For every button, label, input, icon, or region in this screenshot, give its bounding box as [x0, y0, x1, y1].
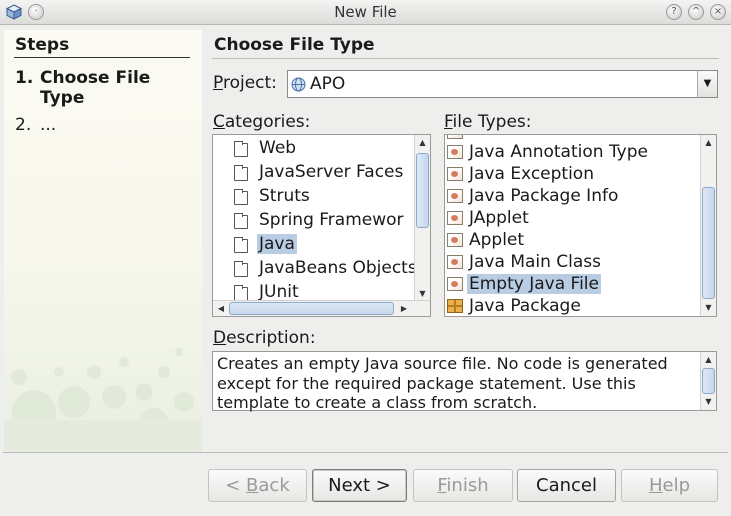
folder-icon — [234, 237, 248, 253]
scroll-right-icon[interactable]: ▶ — [397, 301, 411, 316]
scroll-up-icon[interactable]: ▲ — [701, 353, 716, 367]
category-row-label: JUnit — [259, 282, 299, 302]
folder-icon — [234, 189, 248, 205]
description-vscrollbar[interactable]: ▲ ▼ — [700, 352, 716, 410]
project-combo[interactable]: APO ▼ — [287, 70, 718, 98]
back-button[interactable]: < Back — [208, 469, 307, 502]
file-types-label: File Types: — [444, 112, 532, 132]
maximize-icon[interactable]: ^ — [688, 4, 704, 20]
steps-heading: Steps — [15, 35, 70, 55]
step-2-label: ... — [40, 115, 57, 135]
chevron-down-icon[interactable]: ▼ — [697, 71, 717, 97]
category-row-label: JavaBeans Objects — [259, 258, 417, 278]
file-type-row-label: Java Exception — [469, 164, 594, 184]
button-bar-divider — [3, 452, 728, 453]
categories-vscrollbar[interactable]: ▲ ▼ — [414, 135, 430, 302]
panel-title: Choose File Type — [214, 35, 375, 55]
java-file-icon — [447, 277, 463, 291]
java-file-icon — [447, 255, 463, 269]
file-types-vscroll-thumb[interactable] — [702, 187, 715, 299]
folder-icon — [234, 213, 248, 229]
step-1-label: Choose File Type — [40, 68, 151, 108]
scroll-up-icon[interactable]: ▲ — [701, 136, 716, 150]
categories-hscrollbar[interactable]: ◀ ▶ — [213, 300, 430, 316]
package-icon — [447, 299, 463, 313]
panel-divider — [212, 58, 719, 59]
file-type-row[interactable]: Applet — [445, 229, 716, 251]
java-file-icon — [447, 233, 463, 247]
file-type-row[interactable]: Java Package — [445, 295, 716, 316]
close-icon[interactable]: × — [710, 4, 726, 20]
category-row[interactable]: Web — [213, 137, 430, 159]
file-type-row-label: Java Package — [469, 296, 581, 316]
file-types-list[interactable]: Java Annotation Type Java Exception Java P… — [444, 134, 717, 317]
category-row-label: JavaServer Faces — [259, 162, 404, 182]
categories-vscroll-thumb[interactable] — [416, 153, 429, 228]
categories-list[interactable]: Web JavaServer Faces Struts Spring Framewor… — [212, 134, 431, 317]
window-title: New File — [334, 3, 397, 21]
java-file-icon — [447, 189, 463, 203]
description-box[interactable]: Creates an empty Java source file. No co… — [212, 351, 717, 412]
file-type-row[interactable]: Empty Java File — [445, 273, 716, 295]
category-row-label: Java — [257, 234, 297, 254]
file-type-row[interactable]: Java Package Info — [445, 185, 716, 207]
category-row-label: Web — [259, 138, 297, 158]
scroll-down-icon[interactable]: ▼ — [701, 395, 716, 409]
java-file-icon — [447, 211, 463, 225]
description-vscroll-thumb[interactable] — [702, 368, 715, 394]
project-value: APO — [310, 74, 346, 94]
categories-label: Categories: — [213, 112, 311, 132]
description-label: Description: — [213, 328, 316, 348]
file-type-row[interactable]: Java Main Class — [445, 251, 716, 273]
file-type-row-label: Java Package Info — [469, 186, 619, 206]
category-row-label: Spring Framewor — [259, 210, 404, 230]
file-type-row-label: JApplet — [469, 208, 529, 228]
folder-icon — [234, 141, 248, 157]
java-file-icon — [447, 135, 463, 139]
java-file-icon — [447, 145, 463, 159]
cancel-button[interactable]: Cancel — [517, 469, 616, 502]
category-row-label: Struts — [259, 186, 310, 206]
file-type-row-label: Applet — [469, 230, 525, 250]
steps-panel: Steps 1. Choose File Type 2.... — [4, 30, 202, 452]
java-file-icon — [447, 167, 463, 181]
category-row[interactable]: JavaServer Faces — [213, 161, 430, 183]
file-type-row[interactable]: Java Exception — [445, 163, 716, 185]
help-window-icon[interactable]: ? — [666, 4, 682, 20]
scroll-down-icon[interactable]: ▼ — [701, 301, 716, 315]
file-type-row[interactable]: JApplet — [445, 207, 716, 229]
file-types-vscrollbar[interactable]: ▲ ▼ — [700, 135, 716, 316]
file-type-row[interactable]: Java Annotation Type — [445, 141, 716, 163]
description-text: Creates an empty Java source file. No co… — [217, 354, 668, 412]
categories-hscroll-thumb[interactable] — [229, 302, 394, 315]
folder-icon — [234, 165, 248, 181]
help-button[interactable]: Help — [621, 469, 718, 502]
category-row[interactable]: JavaBeans Objects — [213, 257, 430, 279]
steps-divider — [14, 57, 190, 58]
decorative-bubbles — [4, 348, 202, 452]
category-row[interactable]: Spring Framewor — [213, 209, 430, 231]
step-1: 1. Choose File Type — [15, 68, 180, 108]
category-row[interactable]: Java — [213, 233, 430, 255]
file-type-row-label: Java Annotation Type — [469, 142, 648, 162]
folder-icon — [234, 285, 248, 301]
project-label: Project: — [213, 73, 277, 93]
file-type-row-label: Empty Java File — [467, 274, 601, 294]
title-bar: · New File ? ^ × — [0, 0, 731, 25]
scroll-left-icon[interactable]: ◀ — [214, 301, 228, 316]
next-button[interactable]: Next > — [312, 469, 407, 502]
file-type-row-label: Java Main Class — [469, 252, 602, 272]
step-2: 2.... — [15, 115, 180, 135]
finish-button[interactable]: Finish — [413, 469, 513, 502]
scroll-up-icon[interactable]: ▲ — [415, 136, 430, 150]
category-row[interactable]: Struts — [213, 185, 430, 207]
globe-icon — [291, 77, 306, 92]
scroll-down-icon[interactable]: ▼ — [415, 287, 430, 301]
folder-icon — [234, 261, 248, 277]
